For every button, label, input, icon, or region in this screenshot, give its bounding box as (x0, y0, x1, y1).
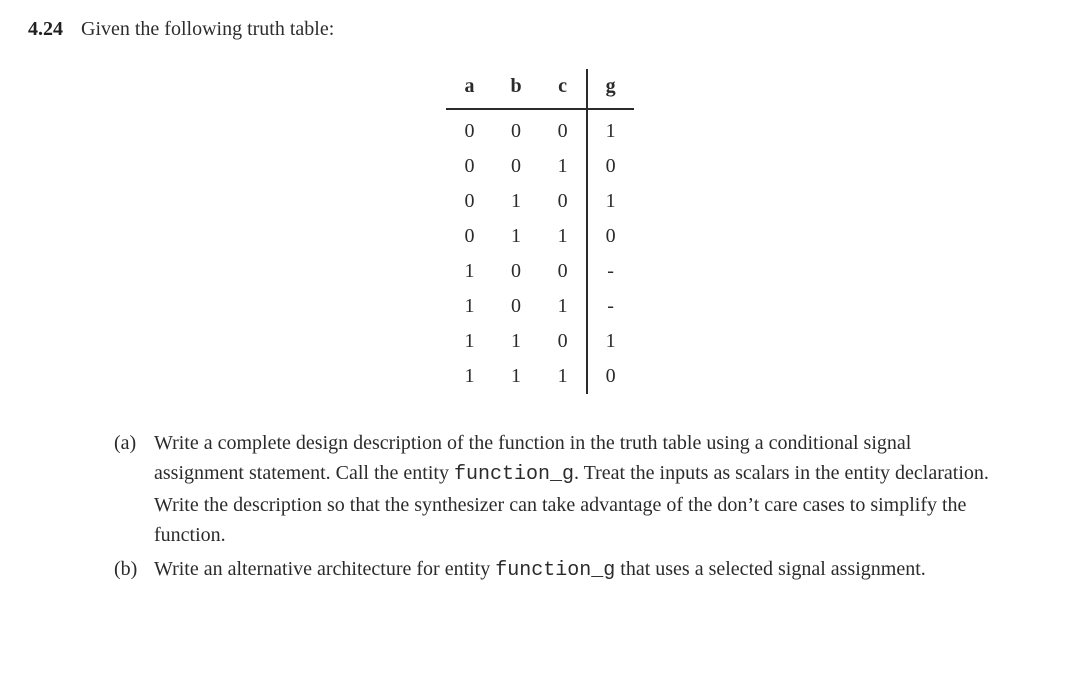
table-row: 0 1 1 0 (446, 219, 633, 254)
cell: 1 (540, 289, 587, 324)
cell: 1 (492, 359, 539, 394)
part-b-text: Write an alternative architecture for en… (154, 554, 1004, 586)
part-b: (b) Write an alternative architecture fo… (114, 554, 1004, 586)
cell: 0 (492, 254, 539, 289)
cell: 1 (587, 184, 634, 219)
part-b-seg-2: that uses a selected signal assignment. (615, 558, 925, 580)
cell: 1 (446, 324, 492, 359)
truth-table-wrapper: a b c g 0 0 0 1 0 0 1 0 0 1 0 (28, 69, 1052, 394)
cell: 0 (446, 149, 492, 184)
code-function-g: function_g (454, 463, 574, 486)
code-function-g: function_g (495, 559, 615, 582)
col-header-g: g (587, 69, 634, 109)
table-row: 1 1 1 0 (446, 359, 633, 394)
part-b-label: (b) (114, 554, 142, 584)
part-a: (a) Write a complete design description … (114, 428, 1004, 550)
cell: 0 (540, 324, 587, 359)
table-row: 1 1 0 1 (446, 324, 633, 359)
cell: 0 (492, 149, 539, 184)
cell: 0 (587, 149, 634, 184)
cell: - (587, 254, 634, 289)
cell: 0 (446, 109, 492, 149)
cell: - (587, 289, 634, 324)
cell: 1 (587, 109, 634, 149)
cell: 1 (540, 149, 587, 184)
cell: 1 (446, 359, 492, 394)
col-header-a: a (446, 69, 492, 109)
cell: 1 (587, 324, 634, 359)
cell: 0 (587, 359, 634, 394)
cell: 0 (446, 219, 492, 254)
part-b-seg-0: Write an alternative architecture for en… (154, 558, 495, 580)
table-row: 1 0 1 - (446, 289, 633, 324)
col-header-b: b (492, 69, 539, 109)
cell: 0 (492, 109, 539, 149)
cell: 0 (540, 254, 587, 289)
part-a-label: (a) (114, 428, 142, 458)
table-row: 0 0 0 1 (446, 109, 633, 149)
col-header-c: c (540, 69, 587, 109)
cell: 0 (446, 184, 492, 219)
cell: 1 (540, 359, 587, 394)
cell: 1 (492, 324, 539, 359)
cell: 1 (446, 254, 492, 289)
cell: 1 (540, 219, 587, 254)
question-parts: (a) Write a complete design description … (28, 428, 1052, 586)
problem-intro: Given the following truth table: (81, 18, 334, 41)
table-row: 1 0 0 - (446, 254, 633, 289)
cell: 1 (492, 184, 539, 219)
cell: 0 (540, 184, 587, 219)
truth-table: a b c g 0 0 0 1 0 0 1 0 0 1 0 (446, 69, 633, 394)
problem-header: 4.24 Given the following truth table: (28, 18, 1052, 41)
cell: 1 (492, 219, 539, 254)
cell: 0 (540, 109, 587, 149)
cell: 0 (587, 219, 634, 254)
table-row: 0 0 1 0 (446, 149, 633, 184)
problem-number: 4.24 (28, 18, 63, 41)
cell: 0 (492, 289, 539, 324)
part-a-text: Write a complete design description of t… (154, 428, 1004, 550)
cell: 1 (446, 289, 492, 324)
table-row: 0 1 0 1 (446, 184, 633, 219)
truth-table-header-row: a b c g (446, 69, 633, 109)
